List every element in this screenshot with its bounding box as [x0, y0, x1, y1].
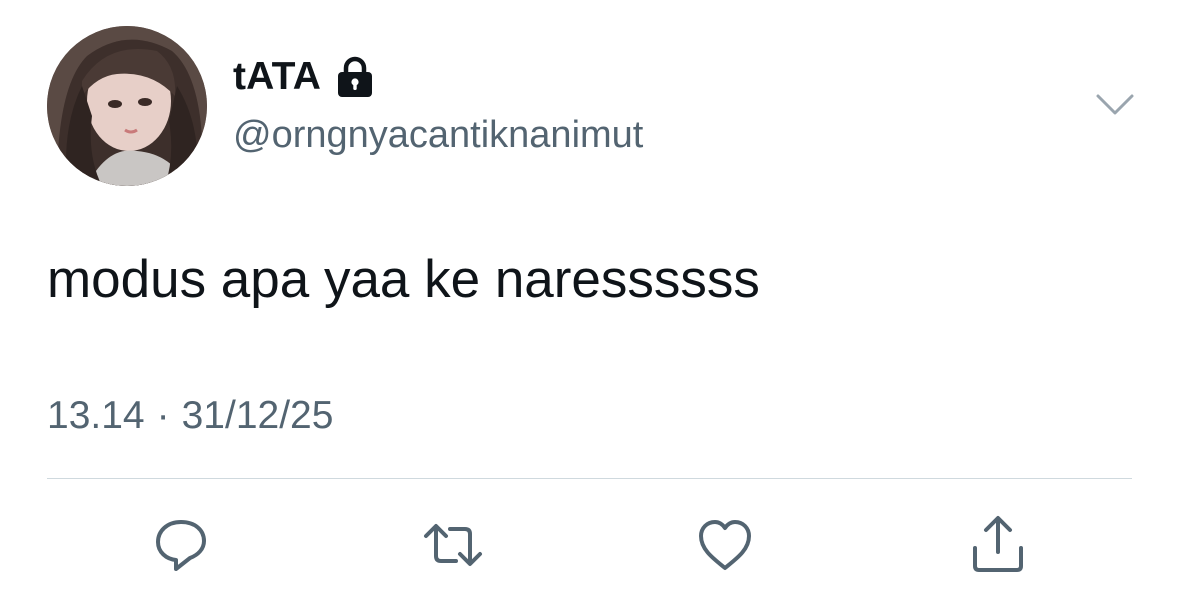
- avatar[interactable]: [47, 26, 207, 186]
- lock-icon: [335, 56, 375, 98]
- tweet-time: 13.14: [47, 394, 145, 437]
- divider: [47, 478, 1132, 479]
- tweet-text: modus apa yaa ke naressssss: [47, 250, 760, 309]
- heart-icon: [699, 520, 751, 570]
- timestamp[interactable]: 13.14 · 31/12/25: [47, 392, 333, 440]
- user-handle[interactable]: @orngnyacantiknanimut: [233, 112, 643, 158]
- reply-button[interactable]: [148, 512, 214, 578]
- like-button[interactable]: [692, 512, 758, 578]
- retweet-arrows-icon: [424, 524, 482, 566]
- share-button[interactable]: [965, 512, 1031, 578]
- tweet-date: 31/12/25: [181, 394, 334, 437]
- retweet-button[interactable]: [420, 512, 486, 578]
- tweet-card: tATA @orngnyacantiknanimut modus apa yaa…: [0, 0, 1179, 613]
- chevron-down-icon[interactable]: [1095, 92, 1135, 118]
- author-name-row: tATA: [233, 54, 375, 100]
- display-name[interactable]: tATA: [233, 54, 321, 100]
- timestamp-separator: ·: [156, 394, 170, 437]
- speech-bubble-icon: [156, 520, 206, 571]
- share-upload-icon: [973, 516, 1023, 572]
- profile-photo: [47, 26, 207, 186]
